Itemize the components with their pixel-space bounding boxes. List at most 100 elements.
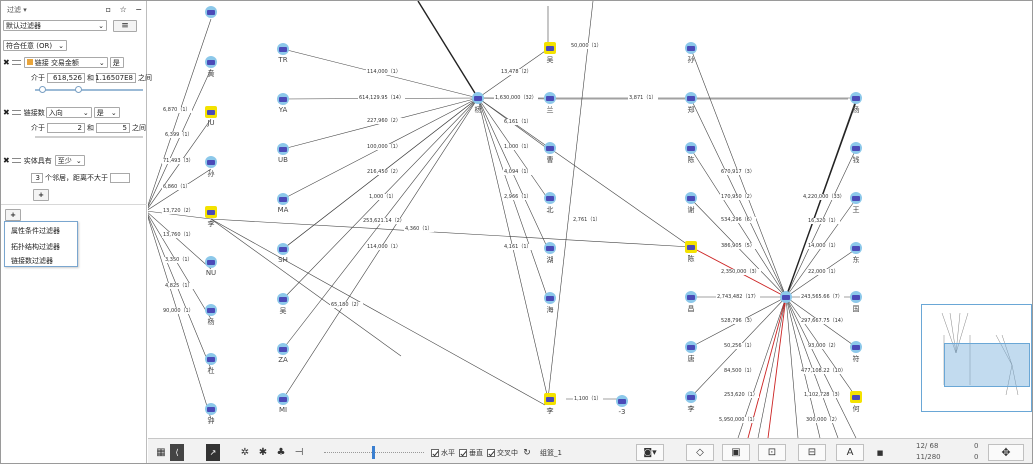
node-c5-5[interactable]: 符 <box>850 341 862 363</box>
is-dropdown-2[interactable]: 是 ⌄ <box>93 107 120 118</box>
zoom-slider-thumb[interactable] <box>372 446 375 459</box>
node-c2-6[interactable]: ZA <box>277 343 289 364</box>
node-c5-1[interactable]: 钱 <box>850 142 862 164</box>
layout-force-icon[interactable]: ✱ <box>256 444 270 461</box>
node-c5-0[interactable]: 杨 <box>850 92 862 114</box>
node-c4-4[interactable]: 陈 <box>685 241 697 263</box>
node-c1-1[interactable]: 黄 <box>205 56 217 78</box>
node-c5-2[interactable]: 王 <box>850 192 862 214</box>
node-c3-4[interactable]: 湖 <box>544 242 556 264</box>
node-c3-1[interactable]: 兰 <box>544 92 556 114</box>
add-filter-button[interactable]: + <box>5 208 21 221</box>
node-c2-7[interactable]: MI <box>277 393 289 414</box>
minimap-viewport[interactable] <box>944 343 1030 387</box>
node-bottom-li[interactable]: 李 <box>544 393 556 415</box>
node-c4-3[interactable]: 谢 <box>685 192 697 214</box>
refresh-icon[interactable]: ↻ <box>521 444 533 461</box>
drag-handle-icon[interactable] <box>11 158 21 163</box>
node-c1-8[interactable]: 钟 <box>205 403 217 425</box>
range-max-input[interactable]: 1.16507E8 <box>95 72 136 83</box>
node-c2-0[interactable]: TR <box>277 43 289 64</box>
edge-label: 170,950（2） <box>720 194 756 200</box>
count-slider[interactable] <box>35 136 143 138</box>
node-c2-1[interactable]: YA <box>277 93 289 114</box>
node-c5-6[interactable]: 何 <box>850 391 862 413</box>
text-button[interactable]: A <box>836 444 864 461</box>
node-c1-5[interactable]: NU <box>205 256 217 277</box>
node-c2-3[interactable]: MA <box>277 193 289 214</box>
node-c4-0[interactable]: 孙 <box>685 42 697 64</box>
node-bottom-3[interactable]: -3 <box>616 395 628 416</box>
node-c5-3[interactable]: 东 <box>850 242 862 264</box>
grid-view-icon[interactable]: ▦ <box>154 444 168 461</box>
panel-title[interactable]: 过滤 ▾ <box>7 5 27 15</box>
node-c4-1[interactable]: 郑 <box>685 92 697 114</box>
node-c4-7[interactable]: 李 <box>685 391 697 413</box>
distance-input[interactable] <box>110 172 130 183</box>
slider-thumb-max[interactable] <box>75 86 82 93</box>
node-c4-6[interactable]: 唐 <box>685 341 697 363</box>
node-c1-7[interactable]: 杜 <box>205 353 217 375</box>
graph-canvas[interactable]: 黄 JU 孙 李 NU 杨 杜 钟 TR YA UB MA SH 吴 ZA MI… <box>148 1 1032 438</box>
remove-filter-3-icon[interactable]: ✖ <box>3 156 10 165</box>
at-least-dropdown[interactable]: 至少 ⌄ <box>54 155 85 166</box>
filter-dropdown[interactable]: 默认过滤器 ⌄ <box>3 20 107 31</box>
direction-dropdown[interactable]: 入向 ⌄ <box>45 107 92 118</box>
node-c2-5[interactable]: 吴 <box>277 293 289 315</box>
count-min-input[interactable]: 2 <box>47 122 85 133</box>
remove-filter-1-icon[interactable]: ✖ <box>3 58 10 67</box>
export-icon[interactable]: ↗ <box>206 444 220 461</box>
window-controls[interactable]: ▫ ☆ − <box>106 5 145 14</box>
node-c1-4[interactable]: 李 <box>205 206 217 228</box>
diamond-button[interactable]: ◇ <box>686 444 714 461</box>
drag-handle-icon[interactable] <box>11 110 21 115</box>
share-icon[interactable]: ⟨ <box>170 444 184 461</box>
layout-circle-icon[interactable]: ✲ <box>238 444 252 461</box>
node-c1-3[interactable]: 孙 <box>205 156 217 178</box>
vertical-checkbox[interactable]: 垂直 <box>459 444 483 461</box>
select-button[interactable]: ▣ <box>722 444 750 461</box>
remove-filter-2-icon[interactable]: ✖ <box>3 108 10 117</box>
node-c5-4[interactable]: 国 <box>850 291 862 313</box>
camera-button[interactable]: ◙▾ <box>636 444 664 461</box>
count-max-input[interactable]: 5 <box>96 122 130 133</box>
node-c1-6[interactable]: 杨 <box>205 304 217 326</box>
minimap[interactable] <box>921 304 1032 412</box>
menu-item-attribute[interactable]: 属性条件过滤器 <box>5 222 77 240</box>
layout-hierarchy-icon[interactable]: ⊣ <box>292 444 306 461</box>
filter-dropdown-label: 默认过滤器 <box>6 21 41 30</box>
node-hub-2[interactable] <box>780 291 792 303</box>
drag-handle-icon[interactable] <box>11 60 21 65</box>
edge-label: 2,966（1） <box>503 194 533 200</box>
slider-thumb-min[interactable] <box>39 86 46 93</box>
range-slider[interactable] <box>35 86 143 93</box>
node-hub-1[interactable]: 杨 <box>472 92 484 114</box>
link-type-dropdown[interactable]: 链接 交易金额 ⌄ <box>23 57 108 68</box>
frame-button[interactable]: ⊟ <box>798 444 826 461</box>
menu-item-topology[interactable]: 拓扑结构过滤器 <box>5 240 77 254</box>
node-c2-4[interactable]: SH <box>277 243 289 264</box>
fit-button[interactable]: ⊡ <box>758 444 786 461</box>
edge-label: 6,870（1） <box>162 107 192 113</box>
node-c3-5[interactable]: 海 <box>544 292 556 314</box>
node-c1-0[interactable] <box>205 6 217 18</box>
menu-button[interactable]: ≡ <box>113 19 137 32</box>
node-c1-2[interactable]: JU <box>205 106 217 127</box>
range-min-input[interactable]: 618,526 <box>47 72 85 83</box>
navigate-button[interactable]: ✥ <box>988 444 1024 461</box>
menu-item-link-count[interactable]: 链接数过滤器 <box>5 254 77 268</box>
node-c4-5[interactable]: 昌 <box>685 291 697 313</box>
stop-icon[interactable]: ■ <box>876 444 884 461</box>
node-c3-0[interactable]: 吴 <box>544 42 556 64</box>
horizontal-checkbox[interactable]: 水平 <box>431 444 455 461</box>
node-c4-2[interactable]: 陈 <box>685 142 697 164</box>
intersection-checkbox[interactable]: 交叉中 <box>487 444 518 461</box>
node-c3-3[interactable]: 北 <box>544 192 556 214</box>
layout-tree-icon[interactable]: ♣ <box>274 444 288 461</box>
is-dropdown[interactable]: 是 <box>109 57 124 68</box>
add-condition-button[interactable]: + <box>33 188 49 201</box>
logic-dropdown[interactable]: 符合任意 (OR) ⌄ <box>3 40 67 51</box>
entity-count-input[interactable]: 3 <box>31 172 43 183</box>
node-c3-2[interactable]: 曹 <box>544 142 556 164</box>
node-c2-2[interactable]: UB <box>277 143 289 164</box>
